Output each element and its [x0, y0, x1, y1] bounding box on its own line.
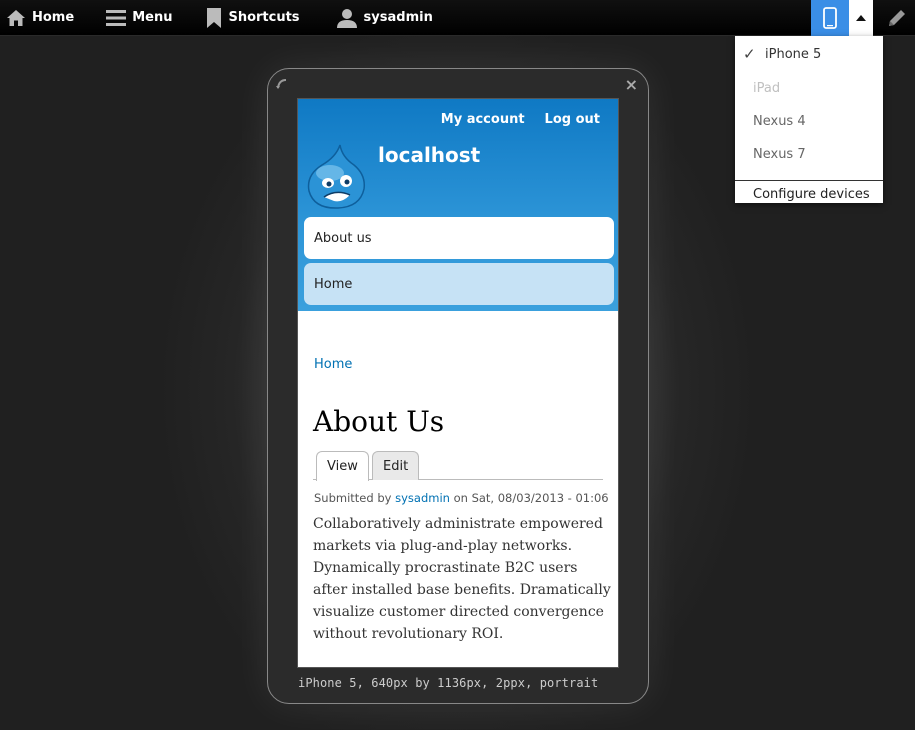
menu-icon	[106, 9, 127, 26]
device-menu-toggle[interactable]	[849, 0, 873, 36]
device-dropdown: ✓ iPhone 5 iPad Nexus 4 Nexus 7 Configur…	[735, 36, 883, 203]
user-icon	[336, 8, 357, 28]
device-preview-frame: × My account Log out localhost About us …	[267, 68, 649, 704]
page-title: About Us	[313, 405, 445, 438]
device-option-iphone5[interactable]: ✓ iPhone 5	[735, 36, 883, 72]
site-name[interactable]: localhost	[378, 143, 480, 167]
nav-item-home[interactable]: Home	[304, 263, 614, 305]
submitted-date: on Sat, 08/03/2013 - 01:06	[453, 491, 609, 505]
device-option-label: Nexus 4	[753, 114, 806, 129]
toolbar-right-group	[811, 0, 915, 36]
checkmark-icon: ✓	[743, 45, 756, 63]
toolbar-shortcuts-label: Shortcuts	[228, 10, 300, 25]
toolbar-user-link[interactable]: sysadmin	[328, 0, 441, 36]
edit-mode-button[interactable]	[879, 0, 915, 36]
device-option-label: Nexus 7	[753, 147, 806, 162]
tab-edit[interactable]: Edit	[372, 451, 420, 480]
configure-devices-link[interactable]: Configure devices	[735, 181, 883, 207]
tab-view[interactable]: View	[316, 451, 369, 481]
breadcrumb-home-link[interactable]: Home	[314, 357, 352, 372]
device-option-label: iPad	[753, 81, 781, 96]
device-caption: iPhone 5, 640px by 1136px, 2ppx, portrai…	[298, 676, 599, 690]
my-account-link[interactable]: My account	[441, 112, 525, 127]
toolbar-menu-link[interactable]: Menu	[98, 0, 180, 36]
caret-up-icon	[856, 15, 866, 21]
home-icon	[7, 9, 25, 26]
toolbar-menu-label: Menu	[132, 10, 173, 25]
phone-icon	[823, 7, 837, 29]
rotate-icon[interactable]	[276, 78, 288, 90]
author-link[interactable]: sysadmin	[395, 491, 450, 505]
device-option-ipad: iPad	[735, 72, 883, 105]
toolbar-user-label: sysadmin	[363, 10, 433, 25]
nav-item-about-us[interactable]: About us	[304, 217, 614, 259]
pencil-icon	[889, 10, 905, 26]
secondary-menu: My account Log out	[441, 112, 600, 127]
close-icon[interactable]: ×	[625, 75, 638, 94]
device-option-nexus7[interactable]: Nexus 7	[735, 138, 883, 171]
device-option-nexus4[interactable]: Nexus 4	[735, 105, 883, 138]
device-preview-button[interactable]	[811, 0, 849, 36]
bookmark-icon	[207, 7, 222, 28]
log-out-link[interactable]: Log out	[545, 112, 600, 127]
admin-toolbar: Home Menu Shortcuts sysadmin	[0, 0, 915, 36]
drupal-logo-icon[interactable]	[306, 143, 366, 209]
submitted-prefix: Submitted by	[314, 491, 392, 505]
toolbar-shortcuts-link[interactable]: Shortcuts	[198, 0, 307, 36]
body-paragraph: Collaboratively administrate empowered m…	[313, 516, 611, 642]
site-header: My account Log out localhost About us Ho…	[298, 99, 618, 311]
submitted-info: Submitted by sysadmin on Sat, 08/03/2013…	[314, 491, 609, 505]
device-option-label: iPhone 5	[765, 46, 822, 62]
toolbar-home-label: Home	[32, 10, 75, 25]
content-tabs: View Edit	[313, 449, 603, 481]
toolbar-home-link[interactable]: Home	[0, 0, 82, 36]
device-screen: My account Log out localhost About us Ho…	[297, 98, 619, 668]
